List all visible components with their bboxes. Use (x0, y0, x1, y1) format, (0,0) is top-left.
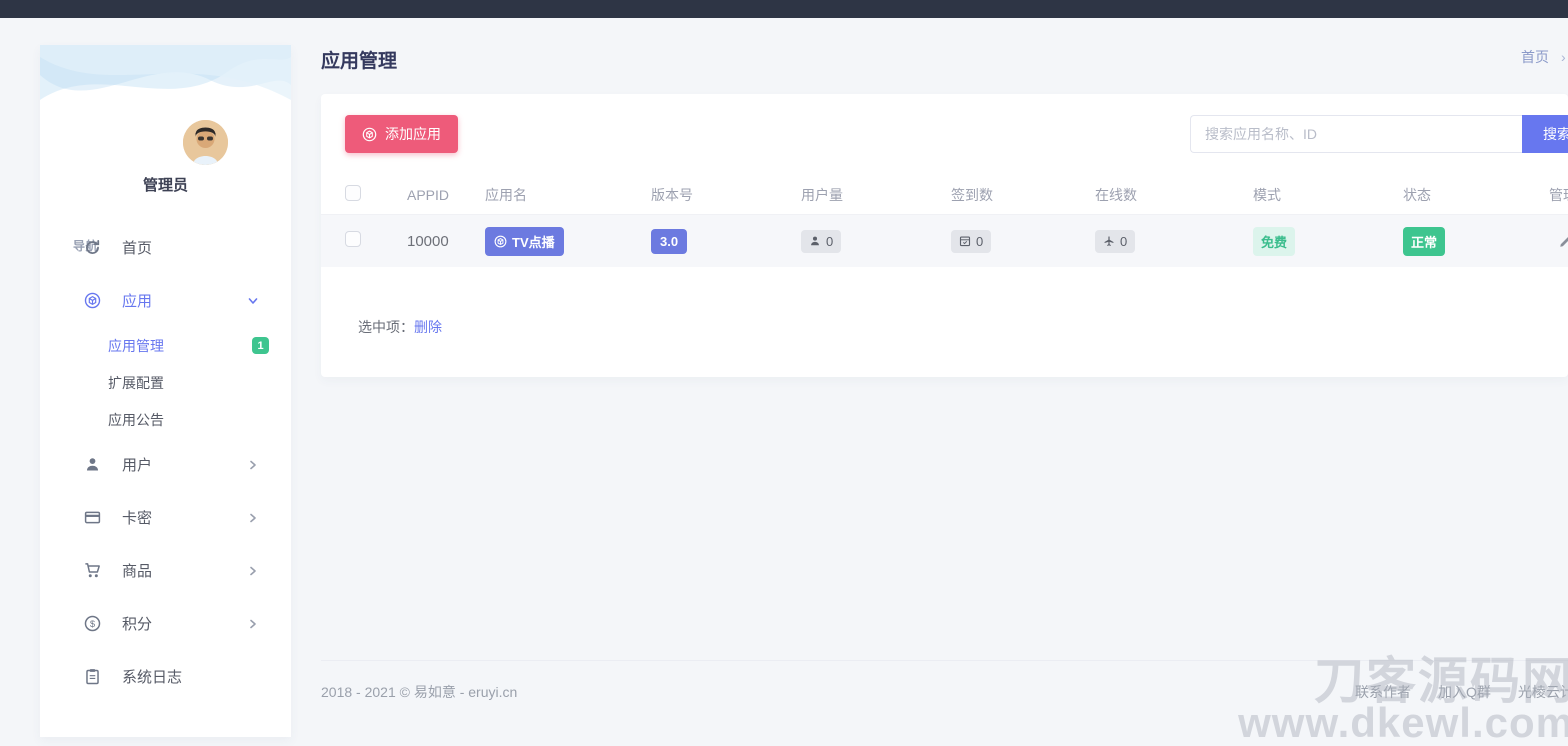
footer-divider (321, 660, 1568, 661)
table-header-row: APPID 应用名 版本号 用户量 签到数 在线数 模式 状态 管理 (321, 175, 1568, 215)
column-header-version: 版本号 (651, 185, 801, 205)
sidebar: 管理员 导航 首页 应用 应用管理 1 扩展配置 应用公告 (40, 45, 291, 737)
online-count-value: 0 (1120, 234, 1127, 249)
column-header-status: 状态 (1403, 185, 1517, 205)
cart-icon (84, 562, 101, 579)
user-icon (84, 456, 101, 473)
sidebar-subitem-app-management[interactable]: 应用管理 1 (40, 327, 291, 364)
svg-text:$: $ (90, 619, 95, 629)
sidebar-item-label: 首页 (122, 237, 152, 258)
breadcrumb: 首页 › (1521, 47, 1566, 67)
version-badge: 3.0 (651, 229, 687, 254)
footer-link-contact-author[interactable]: 联系作者 (1355, 684, 1411, 700)
select-all-checkbox[interactable] (345, 185, 361, 201)
clipboard-icon (84, 668, 101, 685)
cell-appid: 10000 (407, 233, 485, 250)
watermark-site-url: www.dkewl.com (1238, 704, 1568, 743)
app-name-label: TV点播 (512, 232, 555, 251)
table-row: 10000 TV点播 3.0 0 (321, 215, 1568, 267)
footer-link-cloud[interactable]: 光棱云计算 (1518, 684, 1568, 700)
add-app-button-label: 添加应用 (385, 124, 441, 144)
users-count-value: 0 (826, 234, 833, 249)
sidebar-subitem-label: 应用公告 (108, 410, 164, 430)
column-header-users: 用户量 (801, 185, 951, 205)
sidebar-item-points[interactable]: $ 积分 (40, 597, 291, 650)
checkins-count-badge: 0 (951, 230, 991, 253)
sidebar-nav: 首页 应用 应用管理 1 扩展配置 应用公告 用户 (40, 221, 291, 703)
sidebar-item-label: 商品 (122, 560, 152, 581)
flight-icon (1103, 235, 1115, 247)
selection-actions: 选中项：删除 (358, 317, 442, 337)
sidebar-item-apps[interactable]: 应用 (40, 274, 291, 327)
circled-cube-icon (494, 235, 507, 248)
status-badge: 正常 (1403, 227, 1445, 256)
sidebar-item-label: 积分 (122, 613, 152, 634)
sidebar-subitem-extension-config[interactable]: 扩展配置 (40, 364, 291, 401)
mode-badge: 免费 (1253, 227, 1295, 256)
page-title: 应用管理 (321, 46, 397, 73)
sidebar-item-users[interactable]: 用户 (40, 438, 291, 491)
avatar[interactable] (183, 120, 228, 165)
footer-copyright: 2018 - 2021 © 易如意 - eruyi.cn (321, 682, 517, 702)
user-name: 管理员 (40, 174, 291, 195)
chevron-right-icon (247, 512, 259, 524)
app-name-badge: TV点播 (485, 227, 564, 256)
add-app-button[interactable]: 添加应用 (345, 115, 458, 153)
footer-links: 联系作者 加入Q群 光棱云计算 (1355, 682, 1568, 702)
chevron-right-icon (247, 618, 259, 630)
credit-card-icon (84, 509, 101, 526)
count-badge: 1 (252, 337, 269, 354)
users-count-badge: 0 (801, 230, 841, 253)
search-input[interactable] (1190, 115, 1522, 153)
column-header-appid: APPID (407, 187, 485, 203)
circled-cube-icon (362, 127, 377, 142)
column-header-app-name: 应用名 (485, 185, 651, 205)
column-header-checkins: 签到数 (951, 185, 1095, 205)
footer-link-join-qq-group[interactable]: 加入Q群 (1438, 684, 1491, 700)
sidebar-wave-decoration (40, 45, 291, 140)
chevron-right-icon (247, 459, 259, 471)
sidebar-item-label: 卡密 (122, 507, 152, 528)
row-checkbox[interactable] (345, 231, 361, 247)
chevron-down-icon (247, 295, 259, 307)
sidebar-subitem-app-announcement[interactable]: 应用公告 (40, 401, 291, 438)
checkins-count-value: 0 (976, 234, 983, 249)
chevron-right-icon (247, 565, 259, 577)
sidebar-item-goods[interactable]: 商品 (40, 544, 291, 597)
circled-cube-icon (84, 292, 101, 309)
sidebar-item-label: 应用 (122, 290, 152, 311)
sidebar-item-label: 用户 (122, 454, 152, 475)
breadcrumb-separator: › (1561, 49, 1566, 65)
sidebar-item-label: 系统日志 (122, 666, 182, 687)
sidebar-item-home[interactable]: 首页 (40, 221, 291, 274)
refresh-icon (84, 239, 101, 256)
edit-pencil-icon[interactable] (1558, 234, 1568, 249)
coin-icon: $ (84, 615, 101, 632)
delete-selected-link[interactable]: 删除 (414, 319, 442, 335)
calendar-check-icon (959, 235, 971, 247)
top-bar (0, 0, 1568, 18)
column-header-manage: 管理 (1549, 185, 1568, 205)
search-button[interactable]: 搜索 (1522, 115, 1568, 153)
sidebar-item-system-logs[interactable]: 系统日志 (40, 650, 291, 703)
breadcrumb-home-link[interactable]: 首页 (1521, 49, 1549, 65)
column-header-online: 在线数 (1095, 185, 1253, 205)
selection-label: 选中项： (358, 319, 414, 335)
sidebar-item-cards[interactable]: 卡密 (40, 491, 291, 544)
online-count-badge: 0 (1095, 230, 1135, 253)
column-header-mode: 模式 (1253, 185, 1403, 205)
person-icon (809, 235, 821, 247)
app-management-card: 添加应用 搜索 APPID 应用名 版本号 用户量 签到数 在线数 模式 状态 … (321, 94, 1568, 377)
sidebar-subitem-label: 应用管理 (108, 336, 164, 356)
sidebar-subitem-label: 扩展配置 (108, 373, 164, 393)
